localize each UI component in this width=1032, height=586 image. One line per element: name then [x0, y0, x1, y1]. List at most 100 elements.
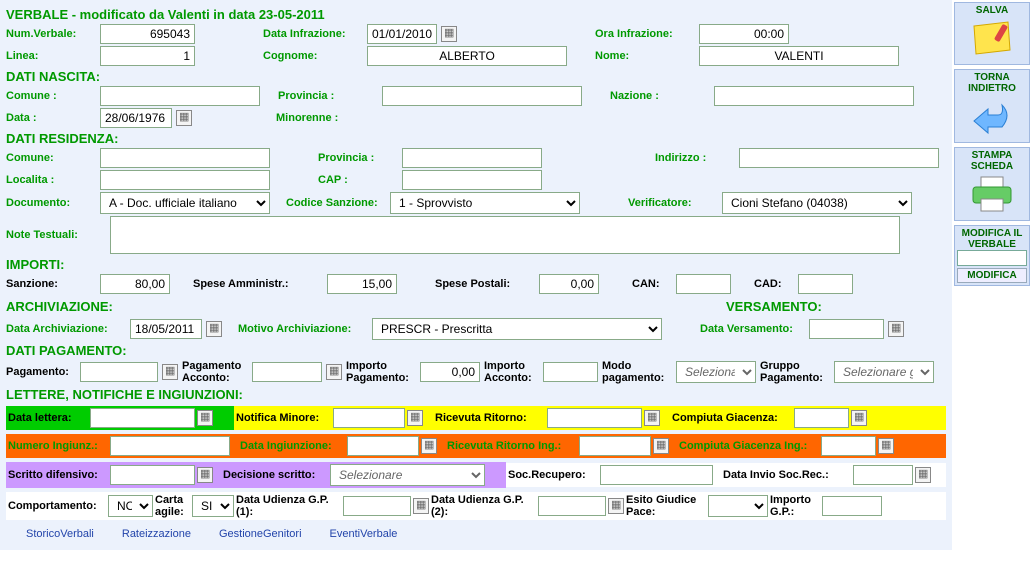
calendar-icon[interactable] — [413, 498, 429, 514]
modifica-verbale-panel: MODIFICA IL VERBALE MODIFICA — [954, 225, 1030, 286]
calendar-icon[interactable] — [326, 364, 342, 380]
spese-post-input[interactable] — [539, 274, 599, 294]
data-infrazione-input[interactable] — [367, 24, 437, 44]
nome-label: Nome: — [595, 50, 695, 62]
res-cs-select[interactable]: 1 - Sprovvisto — [390, 192, 580, 214]
stampa-button[interactable]: STAMPA SCHEDA — [954, 147, 1030, 221]
calendar-icon[interactable] — [644, 410, 660, 426]
data-udienza1-input[interactable] — [343, 496, 411, 516]
can-label: CAN: — [632, 278, 672, 290]
res-loc-input[interactable] — [100, 170, 270, 190]
res-comune-input[interactable] — [100, 148, 270, 168]
calendar-icon[interactable] — [915, 467, 931, 483]
calendar-icon[interactable] — [851, 410, 867, 426]
soc-recupero-input[interactable] — [600, 465, 713, 485]
res-doc-label: Documento: — [6, 197, 96, 209]
nascita-naz-input[interactable] — [714, 86, 914, 106]
num-ingiunz-label: Numero Ingiunz.: — [8, 440, 108, 452]
res-cap-input[interactable] — [402, 170, 542, 190]
nascita-prov-input[interactable] — [382, 86, 582, 106]
calendar-icon[interactable] — [653, 438, 669, 454]
calendar-icon[interactable] — [608, 498, 624, 514]
pag-imp-input[interactable] — [420, 362, 480, 382]
salva-button[interactable]: SALVA — [954, 2, 1030, 65]
res-ver-select[interactable]: Cioni Stefano (04038) — [722, 192, 912, 214]
decisione-scritto-select[interactable]: Selezionare — [330, 464, 485, 486]
res-ind-input[interactable] — [739, 148, 939, 168]
spese-amm-input[interactable] — [327, 274, 397, 294]
num-ingiunz-input[interactable] — [110, 436, 230, 456]
sanzione-input[interactable] — [100, 274, 170, 294]
calendar-icon[interactable] — [176, 110, 192, 126]
pag-iacc-input[interactable] — [543, 362, 598, 382]
data-lettera-label: Data lettera: — [8, 412, 88, 424]
importi-title: IMPORTI: — [6, 257, 946, 272]
comportamento-select[interactable]: NO — [108, 495, 153, 517]
compiuta-giacenza-input[interactable] — [794, 408, 849, 428]
lettere-title: LETTERE, NOTIFICHE E INGIUNZIONI: — [6, 387, 946, 402]
cad-input[interactable] — [798, 274, 853, 294]
calendar-icon[interactable] — [878, 438, 894, 454]
notifica-minore-input[interactable] — [333, 408, 405, 428]
nascita-min-label: Minorenne : — [276, 112, 376, 124]
importo-gp-label: Importo G.P.: — [770, 494, 820, 518]
calendar-icon[interactable] — [421, 438, 437, 454]
res-prov-input[interactable] — [402, 148, 542, 168]
footer-gestione-genitori[interactable]: GestioneGenitori — [219, 528, 302, 540]
res-note-label: Note Testuali: — [6, 229, 106, 241]
pag-input[interactable] — [80, 362, 158, 382]
modifica-button[interactable]: MODIFICA — [957, 268, 1027, 283]
data-invio-soc-input[interactable] — [853, 465, 913, 485]
ora-infrazione-input[interactable] — [699, 24, 789, 44]
printer-icon — [957, 172, 1027, 218]
compiuta-giacenza-label: Compiuta Giacenza: — [672, 412, 792, 424]
esito-giudice-select[interactable] — [708, 495, 768, 517]
ric-ritorno-ing-input[interactable] — [579, 436, 651, 456]
num-verbale-input[interactable] — [100, 24, 195, 44]
nascita-naz-label: Nazione : — [610, 90, 710, 102]
footer-rateizzazione[interactable]: Rateizzazione — [122, 528, 191, 540]
scritto-dif-input[interactable] — [110, 465, 195, 485]
nascita-data-input[interactable] — [100, 108, 172, 128]
calendar-icon[interactable] — [197, 467, 213, 483]
pag-label: Pagamento: — [6, 366, 76, 378]
cad-label: CAD: — [754, 278, 794, 290]
data-udienza1-label: Data Udienza G.P.(1): — [236, 494, 341, 518]
footer-eventi[interactable]: EventiVerbale — [330, 528, 398, 540]
modifica-verbale-input[interactable] — [957, 250, 1027, 266]
arch-data-input[interactable] — [130, 319, 202, 339]
pag-modo-label: Modo pagamento: — [602, 360, 672, 384]
calendar-icon[interactable] — [441, 26, 457, 42]
res-loc-label: Localita : — [6, 174, 96, 186]
linea-input[interactable] — [100, 46, 195, 66]
footer-storico[interactable]: StoricoVerbali — [26, 528, 94, 540]
decisione-scritto-label: Decisione scritto: — [223, 469, 328, 481]
nome-input[interactable] — [699, 46, 899, 66]
cognome-input[interactable] — [367, 46, 567, 66]
torna-button[interactable]: TORNA INDIETRO — [954, 69, 1030, 143]
sanzione-label: Sanzione: — [6, 278, 96, 290]
arch-mot-select[interactable]: PRESCR - Prescritta — [372, 318, 662, 340]
carta-agile-select[interactable]: SI — [192, 495, 234, 517]
comp-giacenza-ing-input[interactable] — [821, 436, 876, 456]
vers-data-input[interactable] — [809, 319, 884, 339]
importo-gp-input[interactable] — [822, 496, 882, 516]
nascita-prov-label: Provincia : — [278, 90, 378, 102]
pag-acc-input[interactable] — [252, 362, 322, 382]
nascita-comune-input[interactable] — [100, 86, 260, 106]
calendar-icon[interactable] — [162, 364, 178, 380]
data-ingiunz-input[interactable] — [347, 436, 419, 456]
res-note-input[interactable] — [110, 216, 900, 254]
can-input[interactable] — [676, 274, 731, 294]
calendar-icon[interactable] — [888, 321, 904, 337]
calendar-icon[interactable] — [407, 410, 423, 426]
pag-modo-select[interactable]: Selezionare — [676, 361, 756, 383]
nascita-comune-label: Comune : — [6, 90, 96, 102]
data-lettera-input[interactable] — [90, 408, 195, 428]
pag-grp-select[interactable]: Selezionare gru — [834, 361, 934, 383]
calendar-icon[interactable] — [197, 410, 213, 426]
res-doc-select[interactable]: A - Doc. ufficiale italiano — [100, 192, 270, 214]
ricevuta-ritorno-input[interactable] — [547, 408, 642, 428]
data-udienza2-input[interactable] — [538, 496, 606, 516]
calendar-icon[interactable] — [206, 321, 222, 337]
